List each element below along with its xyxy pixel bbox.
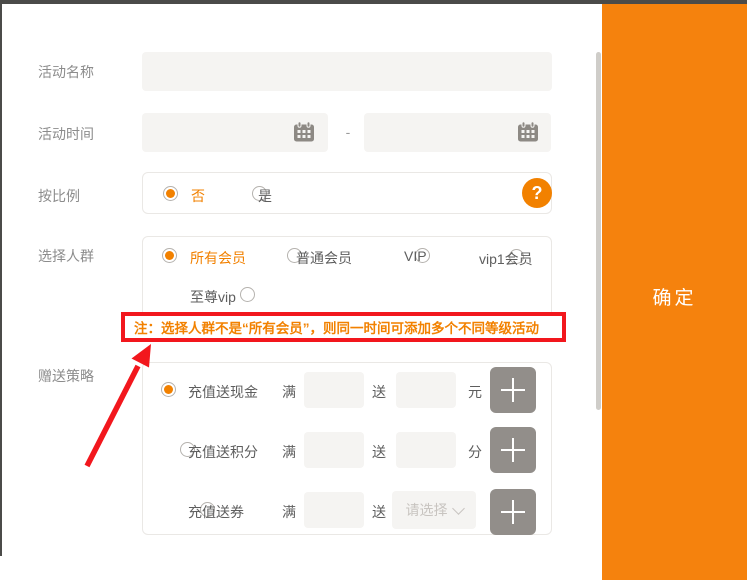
add-cash-rule-button[interactable] <box>490 367 536 413</box>
ratio-no-radio[interactable] <box>163 186 178 201</box>
note-text: 注：选择人群不是“所有会员”，则同一时间可添加多个不同等级活动 <box>134 317 539 337</box>
activity-time-label: 活动时间 <box>38 124 94 144</box>
crowd-normal-label[interactable]: 普通会员 <box>296 248 352 268</box>
ratio-yes-label[interactable]: 是 <box>258 186 272 206</box>
ratio-no-label[interactable]: 否 <box>191 186 205 206</box>
activity-name-input[interactable] <box>142 52 552 91</box>
note-highlight-box: 注：选择人群不是“所有会员”，则同一时间可添加多个不同等级活动 <box>121 312 566 342</box>
strategy-points-threshold-input[interactable] <box>304 432 364 468</box>
strategy-coupon-label: 充值送券 <box>188 502 244 522</box>
strategy-cash-gift-input[interactable] <box>396 372 456 408</box>
start-date-input[interactable] <box>142 113 328 152</box>
end-date-input[interactable] <box>364 113 551 152</box>
calendar-icon <box>293 121 315 143</box>
strategy-points-prefix: 满 <box>282 442 296 462</box>
strategy-cash-threshold-input[interactable] <box>304 372 364 408</box>
crowd-vip-label[interactable]: VIP <box>404 248 427 264</box>
strategy-cash-label: 充值送现金 <box>188 382 258 402</box>
strategy-cash-prefix: 满 <box>282 382 296 402</box>
crowd-vip1-label[interactable]: vip1会员 <box>479 249 533 269</box>
by-ratio-label: 按比例 <box>38 186 80 206</box>
help-icon[interactable]: ? <box>522 178 552 208</box>
add-coupon-rule-button[interactable] <box>490 489 536 535</box>
strategy-points-unit: 分 <box>468 442 482 462</box>
activity-dialog: 活动名称 活动时间 按比例 选择人群 赠送策略 - <box>0 0 747 580</box>
date-range-separator: - <box>342 124 354 140</box>
chevron-down-icon <box>452 502 465 515</box>
by-ratio-group: 否 是 ? <box>142 172 552 214</box>
strategy-points-label: 充值送积分 <box>188 442 258 462</box>
coupon-select-dropdown[interactable]: 请选择 <box>392 491 476 529</box>
window-left-edge <box>0 0 2 556</box>
vertical-scrollbar[interactable] <box>596 52 601 410</box>
strategy-coupon-threshold-input[interactable] <box>304 492 364 528</box>
strategy-points-gift-input[interactable] <box>396 432 456 468</box>
crowd-all-radio[interactable] <box>162 248 177 263</box>
crowd-supreme-label[interactable]: 至尊vip <box>190 287 236 307</box>
strategy-coupon-mid: 送 <box>372 502 386 522</box>
add-points-rule-button[interactable] <box>490 427 536 473</box>
crowd-group: 所有会员 普通会员 VIP vip1会员 至尊vip <box>142 236 552 318</box>
crowd-supreme-radio[interactable] <box>240 287 255 302</box>
strategy-cash-mid: 送 <box>372 382 386 402</box>
crowd-all-label[interactable]: 所有会员 <box>190 248 246 268</box>
select-crowd-label: 选择人群 <box>38 246 94 266</box>
strategy-coupon-prefix: 满 <box>282 502 296 522</box>
strategy-points-mid: 送 <box>372 442 386 462</box>
coupon-select-placeholder: 请选择 <box>406 500 448 520</box>
strategy-cash-unit: 元 <box>468 382 482 402</box>
confirm-button[interactable]: 确定 <box>602 283 747 310</box>
activity-name-label: 活动名称 <box>38 62 94 82</box>
calendar-icon <box>517 121 539 143</box>
annotation-arrow-icon <box>68 333 168 478</box>
